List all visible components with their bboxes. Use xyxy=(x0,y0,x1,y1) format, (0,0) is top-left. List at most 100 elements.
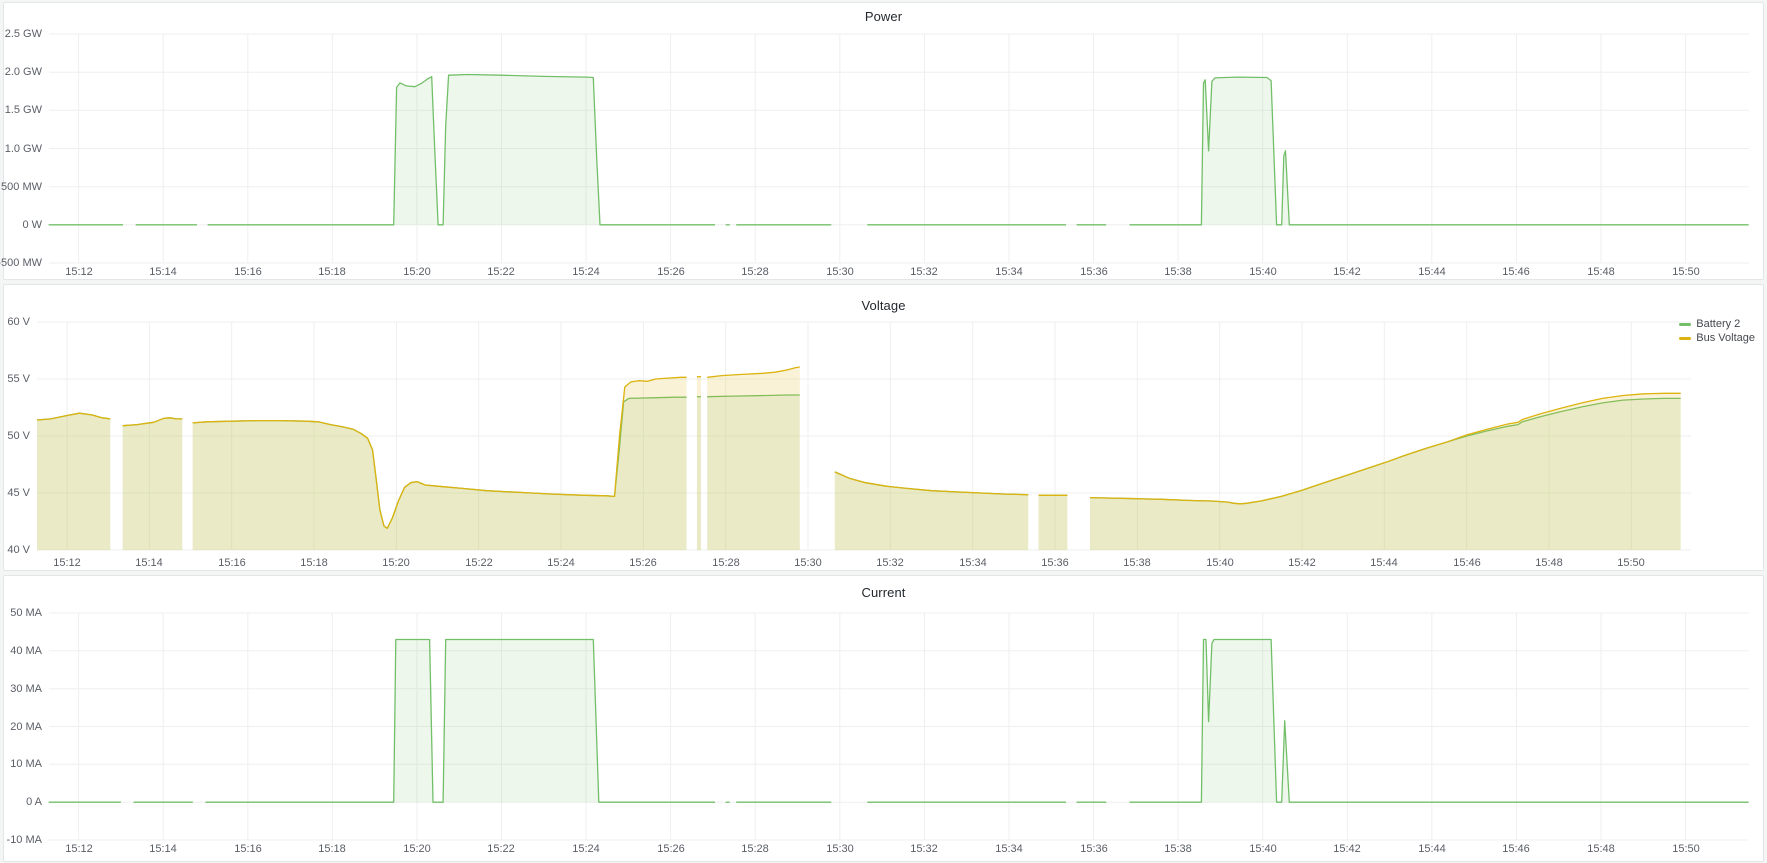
y-tick-label: 60 V xyxy=(7,316,30,328)
x-tick-label: 15:20 xyxy=(403,843,431,855)
series-fill-bus-voltage xyxy=(697,377,701,550)
x-tick-label: 15:44 xyxy=(1418,266,1446,278)
x-tick-label: 15:46 xyxy=(1502,266,1530,278)
x-tick-label: 15:32 xyxy=(910,266,938,278)
x-tick-label: 15:18 xyxy=(318,266,346,278)
x-tick-label: 15:40 xyxy=(1249,843,1277,855)
x-tick-label: 15:24 xyxy=(547,557,575,569)
x-tick-label: 15:40 xyxy=(1249,266,1277,278)
series-fill-current xyxy=(206,640,716,803)
x-tick-label: 15:28 xyxy=(741,843,769,855)
x-tick-label: 15:30 xyxy=(826,843,854,855)
x-tick-label: 15:28 xyxy=(741,266,769,278)
x-tick-label: 15:28 xyxy=(712,557,740,569)
legend-label: Bus Voltage xyxy=(1696,332,1755,344)
series-fill-power xyxy=(208,75,715,225)
y-tick-label: 50 V xyxy=(7,430,30,442)
x-tick-label: 15:48 xyxy=(1535,557,1563,569)
x-tick-label: 15:30 xyxy=(794,557,822,569)
x-tick-label: 15:38 xyxy=(1164,266,1192,278)
y-tick-label: 30 MA xyxy=(10,683,42,695)
current-chart-canvas[interactable] xyxy=(4,576,1763,861)
battery-2-swatch-icon xyxy=(1679,323,1691,326)
y-tick-label: 20 MA xyxy=(10,721,42,733)
series-fill-power xyxy=(1130,77,1749,225)
current-panel: Current 50 MA40 MA30 MA20 MA10 MA0 A-10 … xyxy=(3,575,1764,862)
x-tick-label: 15:32 xyxy=(876,557,904,569)
x-tick-label: 15:48 xyxy=(1587,266,1615,278)
bus-voltage-swatch-icon xyxy=(1679,337,1691,340)
x-tick-label: 15:40 xyxy=(1206,557,1234,569)
y-tick-label: 1.5 GW xyxy=(5,104,42,116)
x-tick-label: 15:50 xyxy=(1672,266,1700,278)
x-tick-label: 15:18 xyxy=(300,557,328,569)
x-tick-label: 15:26 xyxy=(629,557,657,569)
y-tick-label: 0 W xyxy=(22,219,42,231)
x-tick-label: 15:42 xyxy=(1288,557,1316,569)
x-tick-label: 15:20 xyxy=(403,266,431,278)
power-panel: Power 2.5 GW2.0 GW1.5 GW1.0 GW500 MW0 W-… xyxy=(3,2,1764,280)
series-fill-bus-voltage xyxy=(37,413,110,550)
x-tick-label: 15:50 xyxy=(1617,557,1645,569)
x-tick-label: 15:16 xyxy=(234,266,262,278)
x-tick-label: 15:22 xyxy=(487,266,515,278)
x-tick-label: 15:12 xyxy=(65,843,93,855)
y-tick-label: 40 MA xyxy=(10,645,42,657)
voltage-chart-canvas[interactable] xyxy=(4,285,1763,570)
legend-label: Battery 2 xyxy=(1696,318,1740,330)
series-fill-bus-voltage xyxy=(707,367,800,550)
voltage-panel: Voltage 60 V55 V50 V45 V40 V15:1215:1415… xyxy=(3,284,1764,571)
x-tick-label: 15:32 xyxy=(910,843,938,855)
y-tick-label: 2.5 GW xyxy=(5,28,42,40)
x-tick-label: 15:34 xyxy=(995,266,1023,278)
x-tick-label: 15:46 xyxy=(1502,843,1530,855)
x-tick-label: 15:22 xyxy=(487,843,515,855)
x-tick-label: 15:20 xyxy=(382,557,410,569)
y-tick-label: 50 MA xyxy=(10,607,42,619)
legend-item-battery-2[interactable]: Battery 2 xyxy=(1679,318,1755,330)
dashboard: Power 2.5 GW2.0 GW1.5 GW1.0 GW500 MW0 W-… xyxy=(0,0,1767,863)
x-tick-label: 15:50 xyxy=(1672,843,1700,855)
x-tick-label: 15:26 xyxy=(657,843,685,855)
x-tick-label: 15:22 xyxy=(465,557,493,569)
series-fill-bus-voltage xyxy=(123,418,183,550)
x-tick-label: 15:38 xyxy=(1123,557,1151,569)
x-tick-label: 15:24 xyxy=(572,843,600,855)
x-tick-label: 15:36 xyxy=(1080,843,1108,855)
y-tick-label: 55 V xyxy=(7,373,30,385)
x-tick-label: 15:14 xyxy=(135,557,163,569)
x-tick-label: 15:12 xyxy=(65,266,93,278)
x-tick-label: 15:36 xyxy=(1041,557,1069,569)
x-tick-label: 15:42 xyxy=(1333,266,1361,278)
voltage-legend: Battery 2 Bus Voltage xyxy=(1679,318,1755,344)
series-fill-bus-voltage xyxy=(835,472,1028,550)
y-tick-label: 10 MA xyxy=(10,758,42,770)
y-tick-label: 0 A xyxy=(26,796,42,808)
x-tick-label: 15:34 xyxy=(995,843,1023,855)
legend-item-bus-voltage[interactable]: Bus Voltage xyxy=(1679,332,1755,344)
x-tick-label: 15:34 xyxy=(959,557,987,569)
x-tick-label: 15:16 xyxy=(218,557,246,569)
x-tick-label: 15:46 xyxy=(1453,557,1481,569)
y-tick-label: 2.0 GW xyxy=(5,66,42,78)
x-tick-label: 15:24 xyxy=(572,266,600,278)
x-tick-label: 15:38 xyxy=(1164,843,1192,855)
x-tick-label: 15:14 xyxy=(149,266,177,278)
x-tick-label: 15:42 xyxy=(1333,843,1361,855)
y-tick-label: -10 MA xyxy=(7,834,42,846)
series-fill-bus-voltage xyxy=(1090,393,1681,550)
y-tick-label: -500 MW xyxy=(0,257,42,269)
x-tick-label: 15:48 xyxy=(1587,843,1615,855)
series-fill-bus-voltage xyxy=(1039,495,1068,550)
x-tick-label: 15:30 xyxy=(826,266,854,278)
y-tick-label: 1.0 GW xyxy=(5,143,42,155)
y-tick-label: 45 V xyxy=(7,487,30,499)
x-tick-label: 15:36 xyxy=(1080,266,1108,278)
x-tick-label: 15:14 xyxy=(149,843,177,855)
power-chart-canvas[interactable] xyxy=(4,3,1763,279)
y-tick-label: 40 V xyxy=(7,544,30,556)
x-tick-label: 15:18 xyxy=(318,843,346,855)
x-tick-label: 15:44 xyxy=(1418,843,1446,855)
x-tick-label: 15:12 xyxy=(53,557,81,569)
series-fill-current xyxy=(1130,640,1749,803)
